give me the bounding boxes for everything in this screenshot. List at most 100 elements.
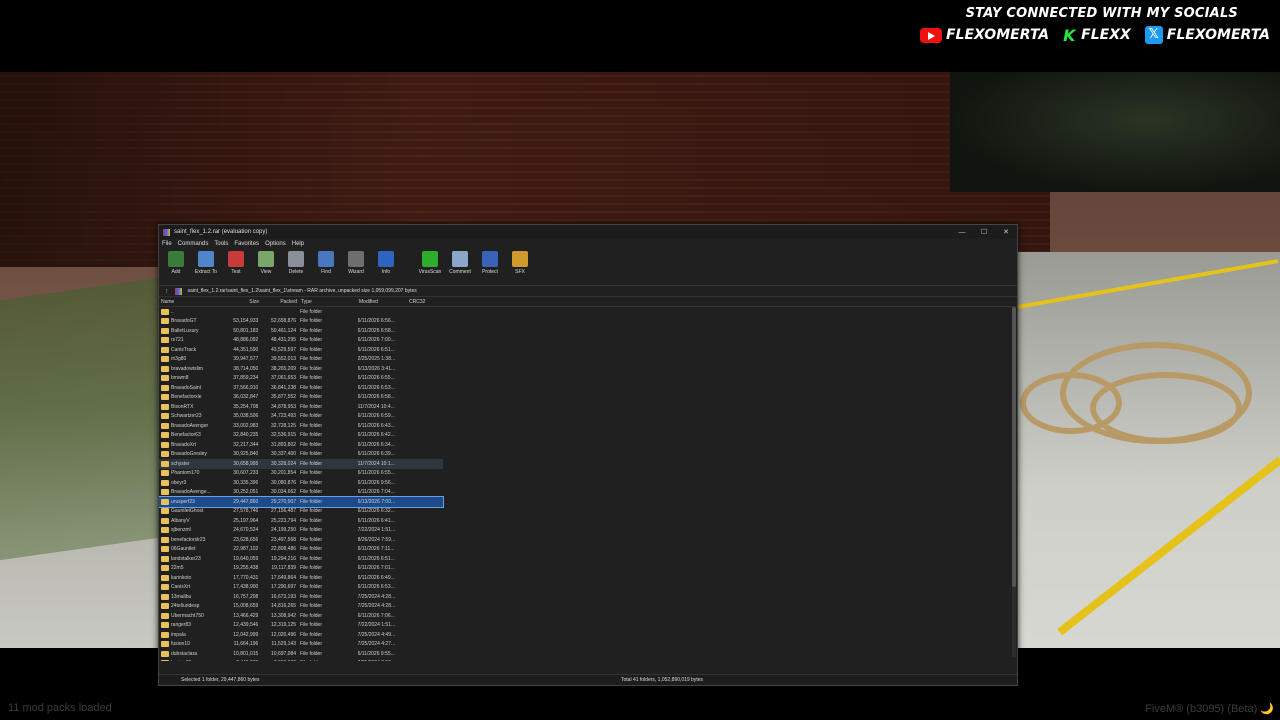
packed-cell: 35,877,552 [271,394,297,401]
file-name: fusion10 [171,641,190,648]
file-row[interactable]: 22m5 19,255,438 19,117,839 File folder 6/11/… [159,564,443,574]
scrollbar-thumb[interactable] [1012,307,1016,587]
toolbar-wizard-button[interactable]: Wizard [343,251,369,275]
column-header-crc32[interactable]: CRC32 [409,299,445,305]
packed-cell: 10,697,084 [271,650,297,657]
file-row[interactable]: Benefactorxle 36,032,847 35,877,552 File fo… [159,393,443,403]
file-row[interactable]: dubstaclass 10,801,015 10,697,084 File fold… [159,649,443,659]
file-row[interactable]: .. File folder [159,307,443,317]
type-cell: File folder [300,631,322,638]
toolbar-test-button[interactable]: Test [223,251,249,275]
find-icon [318,251,334,267]
menu-options[interactable]: Options [265,241,286,247]
file-row[interactable]: karinkoto 17,770,431 17,649,864 File folder… [159,573,443,583]
size-cell: 12,042,999 [233,631,259,638]
file-row[interactable]: BravadoGresley 30,925,840 30,337,400 File f… [159,450,443,460]
menu-favorites[interactable]: Favorites [234,241,259,247]
file-row[interactable]: 24telluridesp 15,008,659 14,816,265 File fo… [159,602,443,612]
file-row[interactable]: urusperf23 29,447,860 29,270,907 File folde… [159,496,444,508]
file-name: Phantom170 [171,470,200,477]
type-cell: File folder [300,574,322,581]
file-row[interactable]: CanisXrt 17,438,900 17,290,697 File folder 6… [159,583,443,593]
file-row[interactable]: GauntletGhost 27,578,746 27,156,487 File fo… [159,507,443,517]
toolbar-delete-button[interactable]: Delete [283,251,309,275]
archive-path[interactable]: saint_flex_1.2.rar\saint_flex_1.2\saint_… [188,288,417,294]
menu-help[interactable]: Help [292,241,304,247]
toolbar-add-button[interactable]: Add [163,251,189,275]
size-cell: 35,254,708 [233,403,259,410]
file-row[interactable]: BisonRTX 35,254,708 34,878,953 File folder 1… [159,402,443,412]
toolbar-protect-button[interactable]: Protect [477,251,503,275]
column-header-name[interactable]: Name [159,299,217,305]
file-row[interactable]: impala 12,042,999 12,020,496 File folder 7/2… [159,630,443,640]
maximize-button[interactable]: ☐ [973,228,995,236]
toolbar-comment-button[interactable]: Comment [447,251,473,275]
type-cell: File folder [300,422,322,429]
size-cell: 37,566,910 [233,384,259,391]
close-button[interactable]: ✕ [995,228,1017,236]
file-row[interactable]: benefactorslr23 23,628,656 23,497,568 File … [159,535,443,545]
packed-cell: 23,497,568 [271,536,297,543]
modified-cell: 6/11/2026 6:43... [357,422,395,429]
toolbar-view-button[interactable]: View [253,251,279,275]
column-header-packed[interactable]: Packed [259,299,297,305]
toolbar-find-button[interactable]: Find [313,251,339,275]
winrar-window[interactable]: saint_flex_1.2.rar (evaluation copy) — ☐… [158,224,1018,686]
folder-icon [161,565,169,572]
file-row[interactable]: rs721 48,886,092 48,431,295 File folder 6/11… [159,336,443,346]
file-row[interactable]: 13malibu 16,757,208 16,673,193 File folder 7… [159,592,443,602]
file-row[interactable]: bmwm8 37,859,234 37,061,653 File folder 6/11… [159,374,443,384]
menu-commands[interactable]: Commands [178,241,209,247]
file-name: sjbenzml [171,527,191,534]
file-row[interactable]: CanisTrack 44,351,590 43,529,597 File folde… [159,345,443,355]
file-row[interactable]: Phantom170 30,607,233 30,201,854 File folde… [159,469,443,479]
modified-cell: 7/25/2024 4:28... [357,603,396,610]
file-row[interactable]: sjbenzml 24,670,524 24,199,250 File folder 7… [159,526,443,536]
menu-tools[interactable]: Tools [214,241,228,247]
archive-icon [174,287,182,295]
file-row[interactable]: m3g80 39,947,577 39,552,013 File folder 2/25… [159,355,443,365]
virusscan-icon [422,251,438,267]
file-row[interactable]: AlbanyV 25,197,964 25,223,794 File folder 6/… [159,516,443,526]
type-cell: File folder [300,356,322,363]
file-row[interactable]: Ubermacht750 13,466,429 13,308,942 File fol… [159,611,443,621]
file-row[interactable]: landstalker23 19,640,059 19,294,216 File fo… [159,554,443,564]
file-row[interactable]: Schwartzer23 35,038,506 34,723,493 File fol… [159,412,443,422]
size-cell: 24,670,524 [233,527,259,534]
column-header-type[interactable]: Type [297,299,359,305]
file-row[interactable]: obeyr3 30,335,396 30,080,876 File folder 6/1… [159,478,443,488]
file-row[interactable]: Benefactor63 32,840,235 32,536,915 File fol… [159,431,443,441]
window-titlebar[interactable]: saint_flex_1.2.rar (evaluation copy) — ☐… [159,225,1017,239]
file-row[interactable]: BravadoGT 53,154,933 52,658,876 File folder… [159,317,443,327]
column-header-modified[interactable]: Modified [359,299,409,305]
toolbar-extract-to-button[interactable]: Extract To [193,251,219,275]
file-row[interactable]: schyster 30,658,995 30,328,024 File folder 1… [159,459,443,469]
folder-icon [161,555,169,562]
toolbar-info-button[interactable]: Info [373,251,399,275]
file-row[interactable]: 06Gauntlet 22,987,102 22,808,486 File folde… [159,545,443,555]
file-name: 13malibu [171,593,192,600]
type-cell: File folder [300,308,322,315]
toolbar-sfx-button[interactable]: SFX [507,251,533,275]
toolbar-virusscan-button[interactable]: VirusScan [417,251,443,275]
file-row[interactable]: fusion10 11,664,196 11,529,143 File folder 7… [159,640,443,650]
file-list[interactable]: .. File folder BravadoGT 53,154,933 52,658,8… [159,307,1017,661]
file-name: landstalker23 [171,555,201,562]
file-row[interactable]: BravadoAvenger 33,002,983 32,728,125 File f… [159,421,443,431]
column-header-size[interactable]: Size [217,299,259,305]
up-arrow-icon[interactable]: ↑ [165,288,169,295]
file-row[interactable]: BravadoSaint 37,566,910 36,841,238 File fol… [159,383,443,393]
file-name-cell: Benefactorxle [159,394,217,401]
size-cell: 39,947,577 [233,356,259,363]
minimize-button[interactable]: — [951,229,973,236]
path-bar: ↑ saint_flex_1.2.rar\saint_flex_1.2\sain… [159,285,1017,297]
file-row[interactable]: lumina95 7,449,2707,362,970File folder7/2… [159,659,443,661]
file-row[interactable]: BravadoXrt 32,217,344 31,893,802 File folde… [159,440,443,450]
menu-file[interactable]: File [162,241,172,247]
file-row[interactable]: BalletLuxury 50,801,183 50,461,124 File fol… [159,326,443,336]
type-cell: File folder [300,603,322,610]
vertical-scrollbar[interactable] [1012,307,1016,657]
file-row[interactable]: bravadowtslim 38,714,050 38,265,209 File fo… [159,364,443,374]
file-row[interactable]: BravadoAvenge... 30,252,051 30,034,662 File… [159,488,443,498]
file-row[interactable]: ranger83 12,439,546 12,319,125 File folder 7… [159,621,443,631]
